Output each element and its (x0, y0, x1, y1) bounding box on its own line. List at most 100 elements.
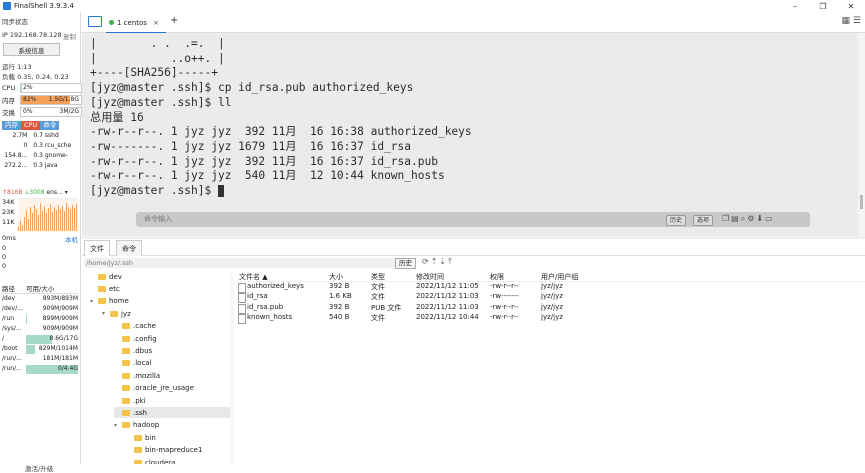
tree-node-jyz[interactable]: ▾ jyz (102, 308, 230, 319)
process-row[interactable]: 272.2... 0.3 java (2, 162, 78, 171)
tree-node-config[interactable]: .config (114, 333, 230, 344)
memory-value: 82% (23, 95, 37, 103)
download-icon[interactable]: ⬇ (756, 214, 765, 223)
col-mtime[interactable]: 修改时间 (416, 272, 444, 282)
col-type[interactable]: 类型 (371, 272, 385, 282)
system-panel: 同步状态 IP 192.168.78.128 复制 系统信息 运行 1:13 负… (0, 12, 82, 473)
tree-node-label: jyz (121, 309, 131, 318)
history-button[interactable]: 历史 (666, 215, 687, 226)
file-name: id_rsa (247, 292, 268, 301)
refresh-icon[interactable]: ⟳ (422, 257, 431, 266)
chevron-down-icon[interactable]: ▾ (114, 422, 122, 429)
disk-usage: 893M/893M (26, 295, 78, 304)
disk-usage: 899M/909M (26, 315, 78, 324)
col-permission[interactable]: 权限 (490, 272, 504, 282)
memory-metric: 内存 82% 1.5G/1.8G (2, 94, 82, 105)
col-size[interactable]: 大小 (329, 272, 343, 282)
paste-icon[interactable]: ▤ (731, 214, 741, 223)
tab-files[interactable]: 文件 (84, 240, 110, 256)
tree-splitter[interactable] (230, 270, 234, 464)
tree-node-oracle-jre-usage[interactable]: .oracle_jre_usage (114, 383, 230, 394)
minimize-icon[interactable]: – (781, 0, 809, 12)
disk-row[interactable]: /dev 893M/893M (2, 295, 78, 304)
path-input[interactable]: /home/jyz/.ssh (84, 258, 416, 268)
tree-node-cloudera[interactable]: cloudera (126, 457, 230, 464)
add-tab-button[interactable]: + (170, 15, 178, 26)
tree-node-pki[interactable]: .pki (114, 395, 230, 406)
disk-row[interactable]: /sys/... 909M/909M (2, 325, 78, 334)
process-row[interactable]: 0 0.3 rcu_sche (2, 142, 78, 151)
tree-node-local[interactable]: .local (114, 358, 230, 369)
gear-icon[interactable]: ⚙ (747, 214, 756, 223)
tree-node-dev[interactable]: dev (90, 271, 230, 282)
file-panel-tabs (82, 239, 865, 256)
chevron-down-icon[interactable]: ▾ (65, 189, 68, 196)
copy-ip-link[interactable]: 复制 (63, 31, 76, 41)
disk-row[interactable]: /run/... 0/4.4G (2, 365, 78, 374)
terminal-prompt: [jyz@master .ssh]$ (90, 184, 218, 198)
up-dir-icon[interactable]: ⤒ (448, 257, 454, 266)
tree-node-bin-mapreduce1[interactable]: bin-mapreduce1 (126, 445, 230, 456)
tree-node-home[interactable]: ▾ home (90, 296, 230, 307)
close-icon[interactable]: ✕ (837, 0, 865, 12)
disk-row[interactable]: /dev/... 909M/909M (2, 305, 78, 314)
process-cmd: java (44, 162, 58, 169)
tab-session-centos[interactable]: 1 centos × (106, 13, 166, 34)
list-icon[interactable]: ☰ (853, 16, 861, 26)
window-icon[interactable]: ▭ (765, 214, 775, 223)
tree-node-dbus[interactable]: .dbus (114, 345, 230, 356)
ping-host[interactable]: 本机 (65, 234, 78, 244)
upgrade-link[interactable]: 激活/升级 (25, 463, 53, 473)
disk-usage: 909M/909M (26, 305, 78, 314)
process-row[interactable]: 2.7M 0.7 sshd (2, 132, 78, 141)
swap-value: 0% (23, 107, 33, 115)
tab-process-command[interactable]: 命令 (40, 121, 60, 130)
file-row[interactable]: id_rsa.pub 392 B PUB 文件 2022/11/12 11:03 -rw… (236, 303, 865, 314)
col-owner[interactable]: 用户/用户组 (541, 272, 578, 282)
disk-row[interactable]: / 8.6G/17G (2, 335, 78, 344)
chevron-down-icon[interactable]: ▾ (90, 298, 98, 305)
folder-icon[interactable] (88, 16, 102, 27)
chevron-down-icon[interactable]: ▾ (102, 310, 110, 317)
command-input-bar[interactable]: 命令输入 历史 选项 ❐▤⌕⚙⬇▭ (136, 212, 810, 227)
memory-detail: 1.5G/1.8G (48, 95, 79, 103)
file-row[interactable]: id_rsa 1.6 KB 文件 2022/11/12 11:03 -rw-------… (236, 292, 865, 304)
copy-icon[interactable]: ❐ (722, 214, 731, 223)
terminal[interactable]: | . . .=. | | ..o++. | +----[SHA256]----… (82, 33, 858, 236)
file-row[interactable]: authorized_keys 392 B 文件 2022/11/12 11:05 -r… (236, 282, 865, 293)
tree-node-hadoop[interactable]: ▾ hadoop (114, 420, 230, 431)
memory-bar: 82% 1.5G/1.8G (20, 94, 82, 105)
tab-process-memory[interactable]: 内存 (2, 121, 21, 130)
terminal-scrollbar[interactable] (858, 33, 865, 236)
download-icon[interactable]: ⇣ (439, 257, 448, 266)
ping-row: 0ms 本机 (2, 234, 78, 244)
tree-node-bin[interactable]: bin (126, 432, 230, 443)
net-bar (20, 221, 21, 231)
col-name[interactable]: 文件名 ▲ (239, 272, 268, 282)
swap-metric: 交换 0% 3M/2G (2, 106, 82, 117)
close-tab-icon[interactable]: × (153, 19, 159, 27)
scrollbar-thumb[interactable] (860, 195, 863, 209)
tab-process-cpu[interactable]: CPU (21, 121, 41, 130)
system-info-button[interactable]: 系统信息 (3, 43, 60, 56)
tree-node-cache[interactable]: .cache (114, 321, 230, 332)
disk-row[interactable]: /boot 829M/1014M (2, 345, 78, 354)
tree-node-mozilla[interactable]: .mozilla (114, 370, 230, 381)
path-history-button[interactable]: 历史 (395, 258, 416, 269)
tree-node-etc[interactable]: etc (90, 283, 230, 294)
options-button[interactable]: 选项 (693, 215, 714, 226)
process-tabs: 内存 CPU 命令 (2, 121, 78, 130)
maximize-icon[interactable]: ❐ (809, 0, 837, 12)
disk-row[interactable]: /run/... 181M/181M (2, 355, 78, 364)
swap-bar: 0% 3M/2G (20, 106, 82, 117)
tab-commands[interactable]: 命令 (116, 240, 142, 256)
file-row[interactable]: known_hosts 540 B 文件 2022/11/12 10:44 -rw-r-… (236, 312, 865, 324)
net-interface[interactable]: ens... (46, 189, 62, 196)
disk-row[interactable]: /run 899M/909M (2, 315, 78, 324)
grid-icon[interactable]: ▦ (842, 16, 851, 26)
tree-node-ssh[interactable]: .ssh (114, 407, 230, 419)
command-input[interactable]: 命令输入 (144, 214, 172, 224)
file-owner: jyz/jyz (541, 312, 563, 321)
file-toolbar: ⟳⇡⇣⤒ (422, 257, 454, 267)
process-row[interactable]: 154.8... 0.3 gnome- (2, 152, 78, 161)
